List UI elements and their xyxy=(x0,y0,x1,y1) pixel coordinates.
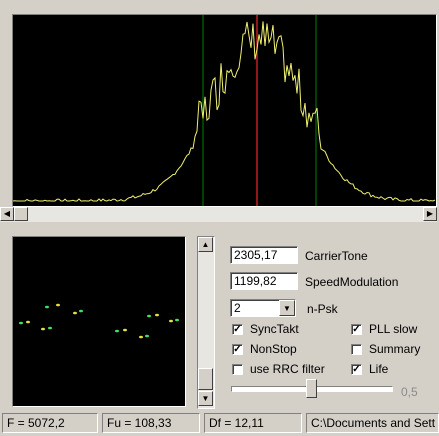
status-df: Df = 12,11 xyxy=(204,413,302,433)
npsk-label: n-Psk xyxy=(307,302,338,316)
summary-label: Summary xyxy=(369,342,421,356)
speed-modulation-label: SpeedModulation xyxy=(305,275,399,289)
constellation-point xyxy=(145,334,149,338)
use-rrc-filter-label: use RRC filter xyxy=(250,362,325,376)
constellation-point xyxy=(56,303,60,307)
parameter-slider[interactable] xyxy=(227,378,395,400)
spectrum-trace xyxy=(13,21,436,202)
sync-takt-checkbox[interactable]: ✓ SyncTakt xyxy=(232,322,299,336)
pll-slow-checkbox[interactable]: ✓ PLL slow xyxy=(351,322,417,336)
constellation-point xyxy=(123,328,127,332)
carrier-tone-input[interactable]: 2305,17 xyxy=(230,246,298,264)
scroll-thumb[interactable] xyxy=(14,207,28,221)
npsk-select[interactable]: 2 ▼ xyxy=(230,299,296,317)
npsk-dropdown-button[interactable]: ▼ xyxy=(279,300,295,316)
constellation-vertical-scrollbar[interactable]: ▲ ▼ xyxy=(197,236,215,409)
carrier-tone-label: CarrierTone xyxy=(305,249,368,263)
scroll-down-button[interactable]: ▼ xyxy=(198,391,213,406)
chevron-down-icon: ▼ xyxy=(283,303,291,313)
spectrum-display[interactable] xyxy=(12,14,437,207)
constellation-point xyxy=(45,305,49,309)
slider-value-label: 0,5 xyxy=(401,385,418,399)
checkbox-box: ✓ xyxy=(351,323,362,335)
status-fu: Fu = 108,33 xyxy=(102,413,200,433)
life-label: Life xyxy=(369,362,389,376)
status-bar: F = 5072,2 Fu = 108,33 Df = 12,11 C:\Doc… xyxy=(0,411,439,436)
arrow-up-icon: ▲ xyxy=(201,239,210,249)
constellation-point xyxy=(26,320,30,324)
checkbox-box xyxy=(232,363,243,375)
non-stop-checkbox[interactable]: ✓ NonStop xyxy=(232,342,297,356)
constellation-point xyxy=(139,335,143,339)
arrow-left-icon: ◀ xyxy=(3,209,11,218)
spectrum-horizontal-scrollbar[interactable]: ◀ ▶ xyxy=(0,207,437,222)
constellation-point xyxy=(175,318,179,322)
constellation-point xyxy=(147,314,151,318)
status-frequency: F = 5072,2 xyxy=(2,413,98,433)
constellation-svg xyxy=(19,303,179,339)
summary-checkbox[interactable]: Summary xyxy=(351,342,420,356)
life-checkbox[interactable]: ✓ Life xyxy=(351,362,388,376)
checkbox-box: ✓ xyxy=(232,323,243,335)
constellation-point xyxy=(79,309,83,313)
vertical-scroll-thumb[interactable] xyxy=(198,368,213,390)
use-rrc-filter-checkbox[interactable]: use RRC filter xyxy=(232,362,325,376)
constellation-point xyxy=(115,329,119,333)
non-stop-label: NonStop xyxy=(250,342,297,356)
constellation-point xyxy=(169,319,173,323)
constellation-point xyxy=(41,327,45,331)
constellation-point xyxy=(155,313,159,317)
arrow-down-icon: ▼ xyxy=(201,393,210,403)
pll-slow-label: PLL slow xyxy=(369,322,418,336)
slider-thumb[interactable] xyxy=(305,379,317,398)
constellation-display xyxy=(12,236,186,407)
status-path: C:\Documents and Sett xyxy=(306,413,439,433)
window-top-edge xyxy=(0,0,439,14)
scroll-left-button[interactable]: ◀ xyxy=(0,207,14,221)
constellation-point xyxy=(48,326,52,330)
checkbox-box: ✓ xyxy=(232,343,243,355)
constellation-point xyxy=(73,311,77,315)
scroll-right-button[interactable]: ▶ xyxy=(423,207,437,221)
checkbox-box xyxy=(351,343,362,355)
npsk-selected-value: 2 xyxy=(234,301,241,315)
scroll-up-button[interactable]: ▲ xyxy=(198,237,213,252)
speed-modulation-input[interactable]: 1199,82 xyxy=(230,272,298,290)
spectrum-svg xyxy=(13,15,436,206)
arrow-right-icon: ▶ xyxy=(426,209,434,218)
checkbox-box: ✓ xyxy=(351,363,362,375)
sync-takt-label: SyncTakt xyxy=(250,322,299,336)
constellation-point xyxy=(19,321,23,325)
